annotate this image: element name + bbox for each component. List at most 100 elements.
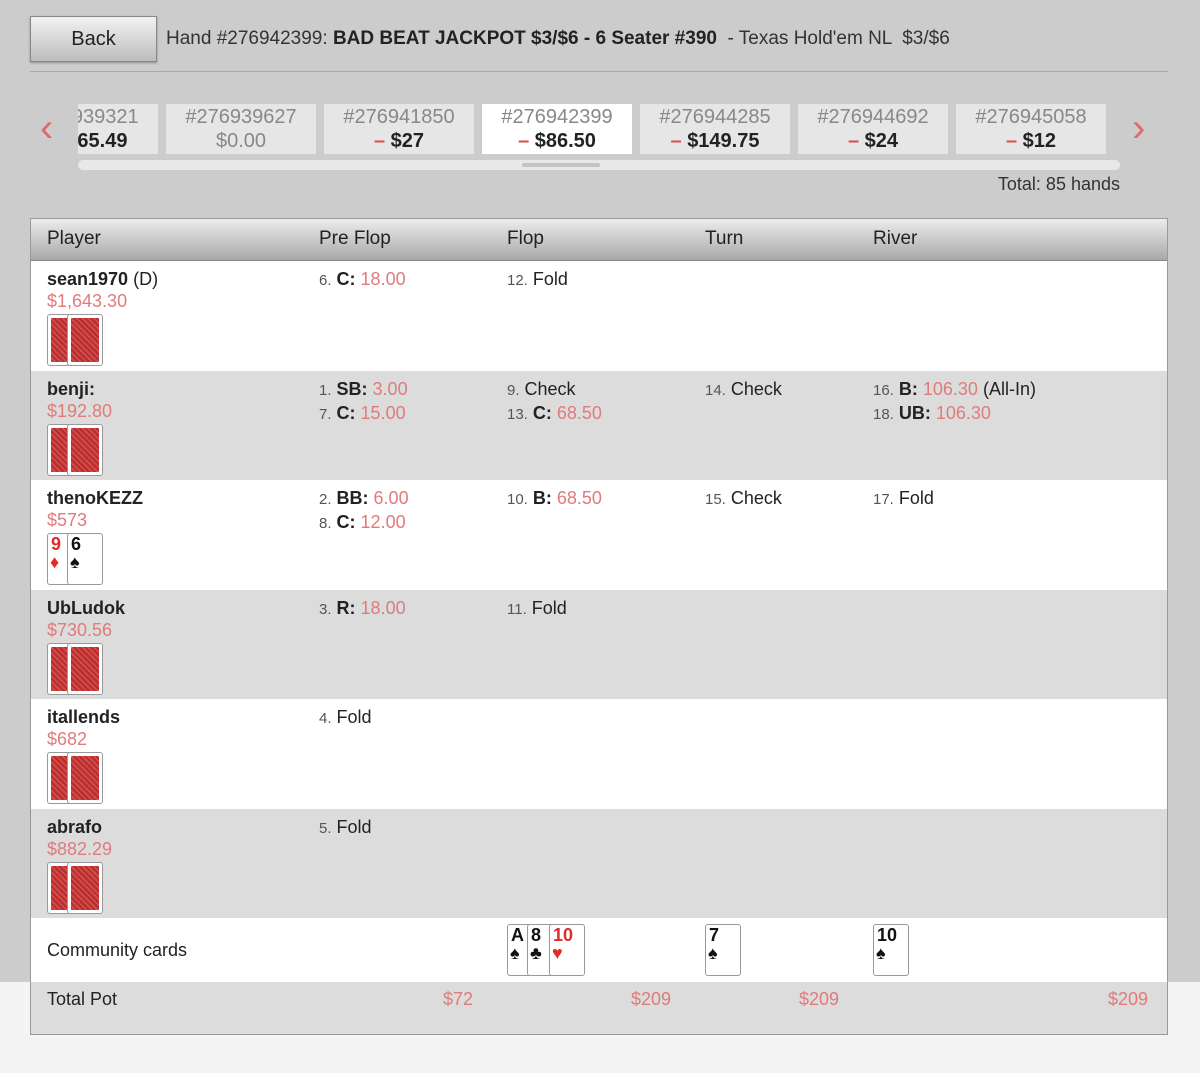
action: 2. BB: 6.00: [319, 487, 409, 511]
hand-title-table: BAD BEAT JACKPOT $3/$6 - 6 Seater #390: [332, 28, 717, 49]
hand-tab[interactable]: #276939627 $0.00: [166, 104, 316, 154]
hand-tabs-strip: #276939321– $265.49#276939627$0.00#27694…: [78, 104, 1120, 156]
action-number: 12.: [507, 272, 528, 289]
playing-card: 10 ♠: [873, 924, 909, 976]
hole-cards: [47, 314, 105, 366]
playing-card: 7 ♠: [705, 924, 741, 976]
prev-hand-chevron-left-icon[interactable]: ‹: [40, 108, 53, 148]
action-number: 13.: [507, 405, 528, 423]
hand-tab-amount: $0.00: [166, 129, 316, 153]
action-number: 5.: [319, 819, 332, 837]
hand-tabs-scrollbar[interactable]: [78, 160, 1120, 170]
scrollbar-thumb[interactable]: [522, 163, 600, 167]
card-suit-icon: ♦: [50, 552, 60, 572]
action-list: 5. Fold: [319, 816, 372, 840]
hand-tab-number: #276945058: [975, 106, 1087, 128]
action-list: 14. Check: [705, 378, 782, 402]
player-name: benji:: [47, 379, 95, 400]
hand-tab-number: #276942399: [501, 106, 613, 128]
action: 18. UB: 106.30: [873, 402, 1036, 426]
action-list: 10. B: 68.50: [507, 487, 602, 511]
hand-tab[interactable]: #276941850– $27: [324, 104, 474, 154]
action-type: Check: [524, 378, 576, 399]
player-name: sean1970 (D): [47, 269, 158, 290]
hand-tab-amount: – $24: [798, 129, 948, 153]
action-list: 2. BB: 6.00 8. C: 12.00: [319, 487, 409, 535]
card-back-pattern: [71, 318, 99, 362]
action-number: 15.: [705, 491, 726, 508]
action-number: 7.: [319, 405, 332, 423]
action: 4. Fold: [319, 706, 372, 730]
loss-minus-sign: –: [1005, 130, 1018, 152]
hand-tab[interactable]: #276942399– $86.50: [482, 104, 632, 154]
action-number: 4.: [319, 710, 332, 727]
hand-title-game: - Texas Hold'em NL $3/$6: [716, 28, 950, 49]
card-rank: 7: [709, 925, 720, 945]
action-amount: 3.00: [372, 378, 408, 399]
player-rows: sean1970 (D) $1,643.30 6. C: 18.00 12. Fold…: [31, 261, 1167, 918]
action: 16. B: 106.30 (All-In): [873, 378, 1036, 402]
card-rank: 10: [553, 925, 574, 945]
action-type: Check: [730, 488, 782, 508]
hole-cards: [47, 861, 105, 914]
action-list: 15. Check: [705, 487, 782, 511]
loss-minus-sign: –: [373, 130, 386, 152]
card-rank: 6: [71, 534, 82, 554]
hand-tab[interactable]: #276944285– $149.75: [640, 104, 790, 154]
player-stack: $882.29: [47, 838, 113, 859]
hole-cards: [47, 642, 105, 695]
action: 14. Check: [705, 378, 782, 402]
card-suit-icon: ♠: [510, 943, 520, 963]
total-pot-label: Total Pot: [47, 989, 118, 1009]
action-number: 16.: [873, 381, 894, 399]
action-type: B:: [532, 488, 552, 508]
player-row: UbLudok $730.56 3. R: 18.00 11. Fold: [31, 589, 1167, 699]
loss-minus-sign: –: [670, 130, 682, 152]
card-suit-icon: ♠: [708, 943, 718, 963]
player-row: benji: $192.80 1. SB: 3.00 7. C: 15.00 9. Ch…: [31, 370, 1167, 480]
player-name-text: UbLudok: [47, 597, 125, 618]
action-number: 18.: [873, 405, 894, 423]
hand-tab-amount-value: $265.49: [78, 130, 128, 152]
action-number: 17.: [873, 491, 894, 508]
hand-tab-amount-value: $86.50: [534, 130, 596, 152]
card-back: [67, 642, 103, 695]
action-amount: 12.00: [360, 512, 406, 532]
card-suit-icon: ♠: [70, 552, 80, 572]
hand-tab-number: #276944692: [817, 106, 929, 128]
hand-title-prefix: Hand #276942399:: [166, 28, 333, 49]
action-amount: 15.00: [360, 402, 406, 423]
hand-tab[interactable]: #276944692– $24: [798, 104, 948, 154]
action-number: 10.: [507, 491, 528, 508]
action: 13. C: 68.50: [507, 402, 602, 426]
action-note: (All-In): [977, 378, 1036, 399]
action: 6. C: 18.00: [319, 268, 406, 292]
card-rank: 10: [877, 925, 898, 945]
card-back: [67, 423, 103, 476]
player-row: itallends $682 4. Fold: [31, 699, 1167, 809]
action: 12. Fold: [507, 268, 568, 292]
community-cards-label: Community cards: [47, 940, 188, 960]
col-header-preflop: Pre Flop: [319, 228, 391, 249]
action-list: 6. C: 18.00: [319, 268, 406, 292]
action-type: C:: [336, 402, 356, 423]
action-amount: 68.50: [556, 488, 602, 508]
card-back-pattern: [71, 427, 99, 472]
back-button[interactable]: Back: [30, 16, 157, 62]
card-suit-icon: ♠: [876, 943, 886, 963]
action-number: 14.: [705, 381, 726, 399]
action: 9. Check: [507, 378, 602, 402]
hand-tab[interactable]: #276939321– $265.49: [78, 104, 158, 154]
pot-turn: $209: [799, 989, 840, 1009]
hand-tab-amount-value: $0.00: [215, 130, 267, 152]
card-rank: 9: [51, 534, 62, 554]
action-type: B:: [898, 378, 918, 399]
player-stack: $192.80: [47, 400, 113, 421]
action-type: Check: [730, 378, 782, 399]
action-list: 3. R: 18.00: [319, 597, 406, 621]
hole-cards: [47, 423, 105, 476]
next-hand-chevron-right-icon[interactable]: ›: [1132, 108, 1145, 148]
hand-tabs: #276939321– $265.49#276939627$0.00#27694…: [78, 104, 1106, 154]
hand-tab[interactable]: #276945058– $12: [956, 104, 1106, 154]
total-hands-count: Total: 85 hands: [997, 174, 1120, 194]
